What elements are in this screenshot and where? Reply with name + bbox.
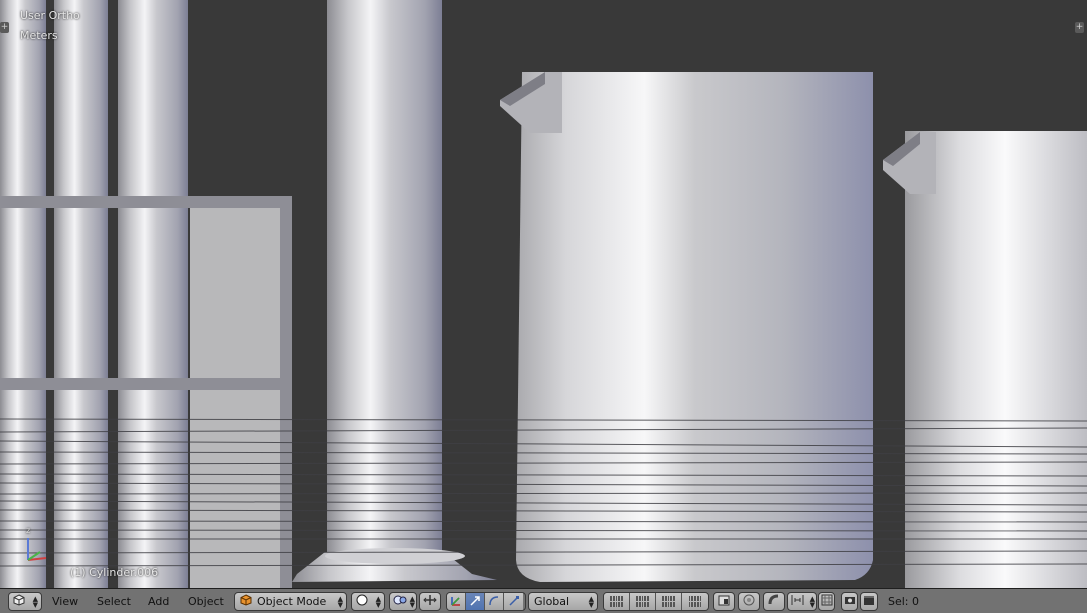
axis-z-label: z xyxy=(26,526,31,535)
column-base-top xyxy=(325,548,465,564)
frame-middle xyxy=(0,378,292,390)
menu-object[interactable]: Object xyxy=(184,592,228,611)
lock-camera-icon xyxy=(718,594,730,609)
pipe-3 xyxy=(118,0,188,588)
manipulator-axes-button[interactable] xyxy=(447,593,466,610)
layer-block-4[interactable] xyxy=(682,593,708,610)
layer-block-3[interactable] xyxy=(656,593,682,610)
translate-button[interactable] xyxy=(466,593,485,610)
frame-right xyxy=(280,196,292,588)
frame-top xyxy=(0,196,292,208)
units-label: Meters xyxy=(20,29,58,42)
layer-grid-icon xyxy=(636,596,649,607)
manipulator-axes-icon xyxy=(450,593,462,610)
scale-button[interactable] xyxy=(504,593,523,610)
render-animation-button[interactable] xyxy=(860,592,878,611)
toolshelf-toggle-icon[interactable]: + xyxy=(0,22,9,33)
render-camera-icon xyxy=(844,594,856,609)
rotate-button[interactable] xyxy=(485,593,504,610)
lock-camera-button[interactable] xyxy=(713,592,735,611)
layer-block-1[interactable] xyxy=(604,593,630,610)
container-small xyxy=(905,131,1087,588)
transform-manipulators xyxy=(446,592,526,611)
active-object-label: (1) Cylinder.006 xyxy=(70,566,159,579)
solid-sphere-icon xyxy=(356,594,368,609)
container-large xyxy=(516,72,873,582)
proportional-edit-button[interactable] xyxy=(738,592,760,611)
snap-toggle[interactable] xyxy=(763,592,785,611)
pivot-point-icon xyxy=(393,594,407,609)
render-clapper-icon xyxy=(863,594,875,609)
pivot-point-button[interactable]: ▲ ▼ xyxy=(389,592,417,611)
3d-view-header: ▲ ▼ View Select Add Object Object Mode ▲ ▼… xyxy=(0,588,1087,613)
scene-render xyxy=(0,0,1087,588)
menu-add[interactable]: Add xyxy=(144,592,173,611)
snap-element-selector[interactable]: ▲ ▼ xyxy=(787,592,817,611)
scale-icon xyxy=(508,593,520,610)
viewport-shading-button[interactable]: ▲ ▼ xyxy=(351,592,385,611)
pipe-1 xyxy=(0,0,46,588)
object-cube-icon xyxy=(240,594,252,609)
mode-label: Object Mode xyxy=(257,595,327,608)
layer-grid-icon xyxy=(610,596,623,607)
translate-arrow-icon xyxy=(469,593,481,610)
pipe-2 xyxy=(54,0,108,588)
snap-element-icon xyxy=(791,594,804,609)
3d-view-cube-icon xyxy=(13,594,25,609)
editor-type-button[interactable]: ▲ ▼ xyxy=(8,592,42,611)
selection-count: Sel: 0 xyxy=(888,595,920,608)
render-still-button[interactable] xyxy=(841,592,858,611)
snap-target-icon xyxy=(821,594,833,609)
column xyxy=(327,0,442,556)
snap-magnet-icon xyxy=(768,594,780,609)
layer-block-2[interactable] xyxy=(630,593,656,610)
menu-select[interactable]: Select xyxy=(93,592,135,611)
orientation-label: Global xyxy=(534,595,570,608)
menu-view[interactable]: View xyxy=(48,592,82,611)
frame-panel xyxy=(190,208,280,378)
view-name-label: User Ortho xyxy=(20,9,80,22)
mode-selector[interactable]: Object Mode ▲ ▼ xyxy=(234,592,347,611)
manipulator-axes-icon xyxy=(423,594,437,609)
snap-target-button[interactable] xyxy=(818,592,835,611)
layer-buttons xyxy=(603,592,709,611)
rotate-arc-icon xyxy=(488,593,500,610)
transform-orientation-selector[interactable]: Global ▲ ▼ xyxy=(528,592,598,611)
proportional-edit-icon xyxy=(743,594,755,609)
properties-toggle-icon[interactable]: + xyxy=(1075,22,1084,33)
layer-grid-icon xyxy=(688,596,702,607)
3d-viewport[interactable]: User Ortho Meters (1) Cylinder.006 z + + xyxy=(0,0,1087,588)
manipulator-toggle[interactable] xyxy=(419,592,441,611)
layer-grid-icon xyxy=(662,596,675,607)
